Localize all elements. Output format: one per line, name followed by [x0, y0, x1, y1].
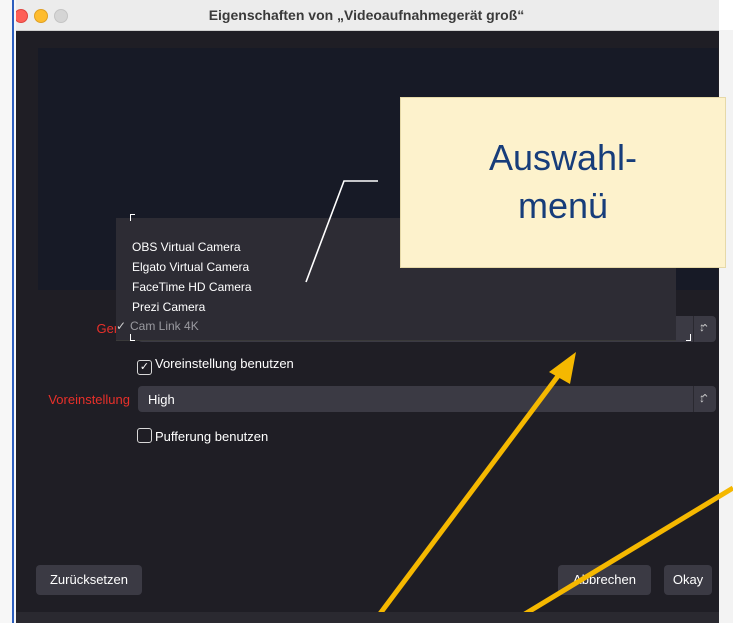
okay-button[interactable]: Okay	[664, 565, 712, 595]
chevron-up-down-icon: ↕	[699, 391, 705, 405]
background-window-edge-left	[0, 0, 16, 623]
edge-accent-line	[12, 0, 14, 623]
dropdown-option-prezi-camera[interactable]: Prezi Camera	[132, 300, 205, 314]
dropdown-option-cam-link-4k[interactable]: ✓ Cam Link 4K	[116, 319, 199, 333]
callout-line-2: menü	[517, 185, 609, 226]
preset-combobox[interactable]: High ⌃	[138, 386, 716, 412]
buffering-checkbox[interactable]	[137, 428, 152, 443]
use-preset-label: Voreinstellung benutzen	[155, 356, 294, 371]
buffering-checkbox-row[interactable]: Pufferung benutzen	[137, 428, 268, 444]
annotation-callout-text: Auswahl- menü	[401, 134, 725, 230]
use-preset-checkbox-row[interactable]: ✓ Voreinstellung benutzen	[137, 356, 294, 375]
preset-label: Voreinstellung	[48, 392, 130, 407]
window-title: Eigenschaften von „Videoaufnahmegerät gr…	[208, 7, 525, 23]
buffering-label: Pufferung benutzen	[155, 429, 269, 444]
dropdown-option-facetime-hd-camera[interactable]: FaceTime HD Camera	[132, 280, 252, 294]
dropdown-option-obs-virtual-camera[interactable]: OBS Virtual Camera	[132, 240, 241, 254]
callout-line-1: Auswahl-	[488, 137, 638, 178]
use-preset-checkbox[interactable]: ✓	[137, 360, 152, 375]
title-bar: Eigenschaften von „Videoaufnahmegerät gr…	[16, 0, 719, 31]
checkmark-icon: ✓	[139, 361, 150, 373]
checkmark-icon: ✓	[116, 319, 127, 333]
screenshot-stage: Eigenschaften von „Videoaufnahmegerät gr…	[0, 0, 733, 623]
chevron-up-down-icon: ↕	[699, 320, 705, 334]
dropdown-corner-mark	[130, 334, 135, 341]
window-bottom-strip	[16, 612, 719, 623]
dropdown-corner-mark	[686, 334, 691, 341]
reset-button[interactable]: Zurücksetzen	[36, 565, 142, 595]
cancel-button[interactable]: Abbrechen	[558, 565, 651, 595]
dropdown-corner-mark	[130, 214, 135, 221]
preset-value: High	[148, 392, 175, 407]
dropdown-option-elgato-virtual-camera[interactable]: Elgato Virtual Camera	[132, 260, 249, 274]
selected-option-label: Cam Link 4K	[130, 319, 199, 333]
annotation-callout-box: Auswahl- menü	[400, 97, 726, 268]
